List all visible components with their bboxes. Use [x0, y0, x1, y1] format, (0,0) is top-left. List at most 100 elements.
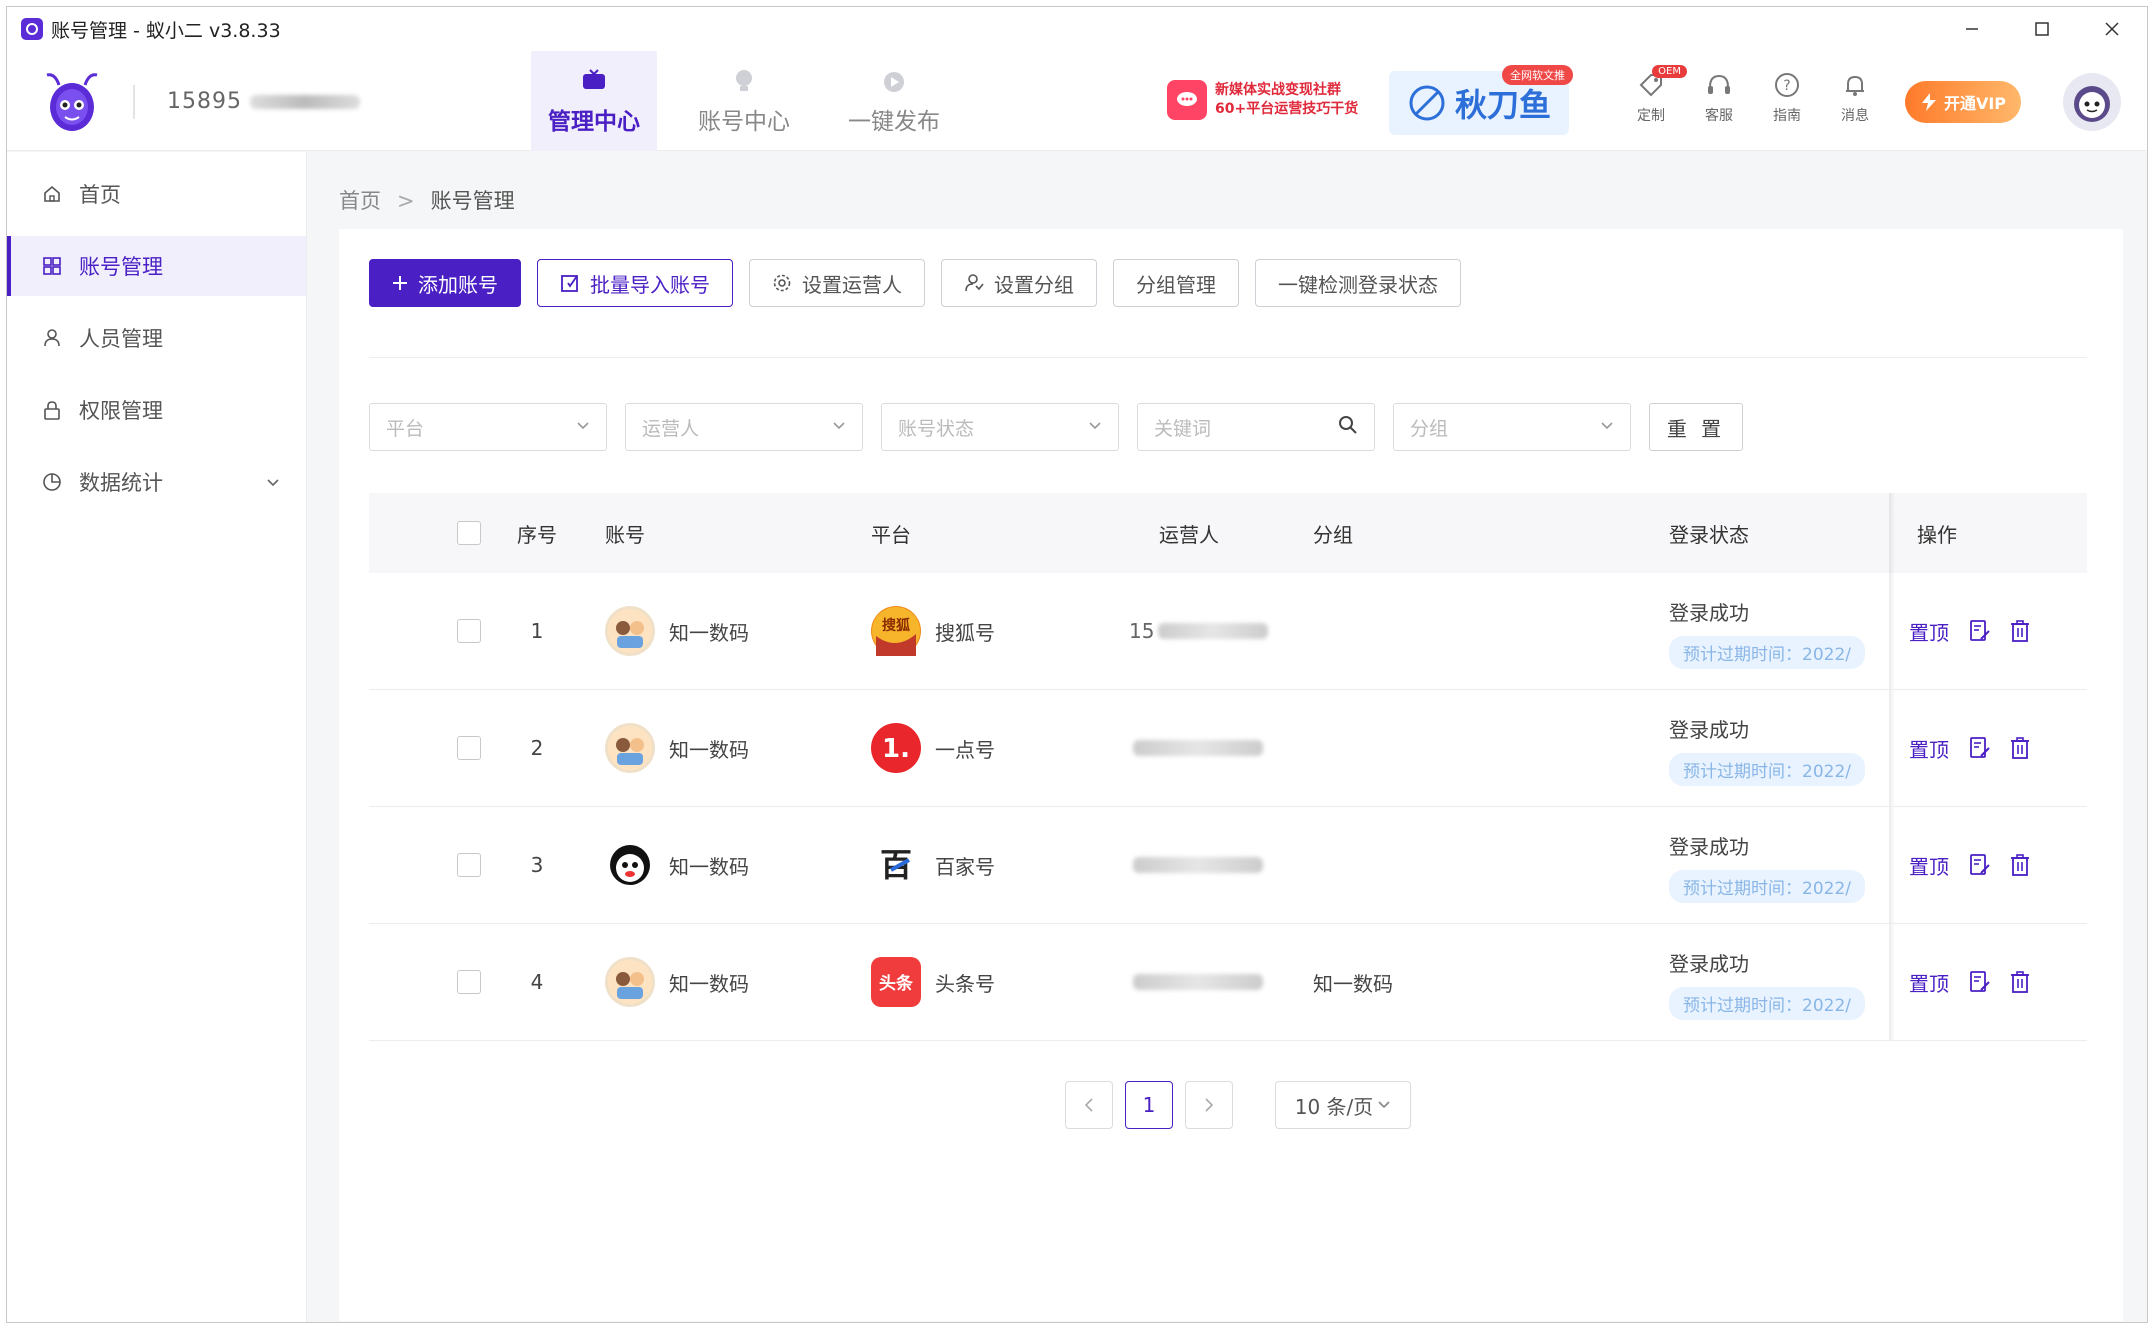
- set-group-button[interactable]: 设置分组: [941, 259, 1097, 307]
- lock-icon: [41, 399, 63, 421]
- select-all-checkbox[interactable]: [457, 521, 481, 545]
- sidebar-item-staff-manage[interactable]: 人员管理: [7, 308, 306, 368]
- promo-banner-community[interactable]: 新媒体实战变现社群 60+平台运营技巧干货: [1167, 73, 1377, 127]
- trash-icon[interactable]: [2007, 969, 2033, 995]
- vip-label: 开通VIP: [1943, 94, 2007, 113]
- page-1-button[interactable]: 1: [1125, 1081, 1173, 1129]
- row-account[interactable]: 知一数码: [605, 606, 749, 656]
- chevron-down-icon: [576, 419, 590, 435]
- pin-top-link[interactable]: 置顶: [1909, 851, 1949, 880]
- row-platform: 头条 头条号: [871, 957, 995, 1007]
- pie-chart-icon: [41, 471, 63, 493]
- edit-icon[interactable]: [1967, 618, 1993, 644]
- row-no: 1: [530, 619, 544, 643]
- header-platform: 平台: [871, 522, 911, 547]
- sidebar-item-permission-manage[interactable]: 权限管理: [7, 380, 306, 440]
- nav-label: 一键发布: [848, 109, 940, 135]
- lightning-icon: [1921, 93, 1936, 111]
- sidebar-item-account-manage[interactable]: 账号管理: [7, 236, 306, 296]
- sidebar-item-home[interactable]: 首页: [7, 164, 306, 224]
- edit-icon[interactable]: [1967, 852, 1993, 878]
- chevron-down-icon: [1600, 419, 1614, 435]
- open-vip-button[interactable]: 开通VIP: [1905, 81, 2021, 123]
- page-size-label: 10 条/页: [1294, 1094, 1374, 1119]
- bell-icon: [1839, 69, 1871, 101]
- select-placeholder: 运营人: [642, 417, 700, 440]
- row-platform: 1. 一点号: [871, 723, 995, 773]
- minimize-button[interactable]: [1937, 7, 2007, 51]
- row-account[interactable]: 知一数码: [605, 723, 749, 773]
- maximize-button[interactable]: [2007, 7, 2077, 51]
- pin-top-link[interactable]: 置顶: [1909, 734, 1949, 763]
- platform-name: 一点号: [935, 737, 995, 762]
- check-login-status-button[interactable]: 一键检测登录状态: [1255, 259, 1461, 307]
- tool-guide[interactable]: ? 指南: [1753, 69, 1821, 125]
- trash-icon[interactable]: [2007, 618, 2033, 644]
- tool-support[interactable]: 客服: [1685, 69, 1753, 125]
- header-account: 账号: [605, 522, 645, 547]
- tag-icon: OEM: [1635, 65, 1687, 101]
- app-header: 15895 管理中心 账号中心 一键发布 新媒体实战变现社群 60+平台运营技巧…: [7, 51, 2147, 151]
- row-account[interactable]: 知一数码: [605, 957, 749, 1007]
- batch-import-button[interactable]: 批量导入账号: [537, 259, 733, 307]
- header-ops: 操作: [1917, 522, 1957, 547]
- plus-icon: [392, 275, 408, 291]
- user-avatar[interactable]: [2063, 73, 2121, 131]
- add-account-button[interactable]: 添加账号: [369, 259, 521, 307]
- search-icon[interactable]: [1338, 415, 1358, 440]
- platform-name: 百家号: [935, 854, 995, 879]
- ant-logo-icon[interactable]: [37, 67, 107, 137]
- breadcrumb-home[interactable]: 首页: [339, 189, 381, 213]
- status-text: 登录成功: [1669, 952, 1749, 976]
- group-select[interactable]: 分组: [1393, 403, 1631, 451]
- table-row: 3 知一数码 百 百家号 登录成功 预计过期时间：202: [369, 807, 2087, 924]
- sidebar-item-data-stats[interactable]: 数据统计: [7, 452, 306, 512]
- set-operator-button[interactable]: 设置运营人: [749, 259, 925, 307]
- row-checkbox[interactable]: [457, 853, 481, 877]
- row-checkbox[interactable]: [457, 970, 481, 994]
- platform-select[interactable]: 平台: [369, 403, 607, 451]
- row-login-status: 登录成功 预计过期时间：2022/: [1669, 831, 1899, 903]
- promo-line2: 60+平台运营技巧干货: [1215, 101, 1359, 117]
- sidebar-item-label: 人员管理: [79, 327, 163, 351]
- row-login-status: 登录成功 预计过期时间：2022/: [1669, 714, 1899, 786]
- promo-banner-qiudaoyu[interactable]: 秋刀鱼 全网软文推: [1389, 65, 1573, 135]
- tool-label: 定制: [1637, 108, 1665, 124]
- chevron-down-icon: [1088, 419, 1102, 435]
- row-no: 3: [530, 853, 544, 877]
- gear-icon: [772, 273, 792, 293]
- nav-account-center[interactable]: 账号中心: [681, 51, 807, 151]
- prev-page-button[interactable]: [1065, 1081, 1113, 1129]
- row-checkbox[interactable]: [457, 736, 481, 760]
- pin-top-link[interactable]: 置顶: [1909, 617, 1949, 646]
- page-size-select[interactable]: 10 条/页: [1275, 1081, 1411, 1129]
- account-name: 知一数码: [669, 971, 749, 996]
- select-placeholder: 分组: [1410, 417, 1449, 440]
- close-button[interactable]: [2077, 7, 2147, 51]
- next-page-button[interactable]: [1185, 1081, 1233, 1129]
- keyword-search-input[interactable]: 关键词: [1137, 403, 1375, 451]
- row-account[interactable]: 知一数码: [605, 840, 749, 890]
- edit-icon[interactable]: [1967, 735, 1993, 761]
- group-manage-button[interactable]: 分组管理: [1113, 259, 1239, 307]
- header-divider: [133, 85, 135, 119]
- button-label: 设置分组: [994, 272, 1074, 297]
- breadcrumb: 首页 > 账号管理: [339, 185, 515, 215]
- top-nav: 管理中心 账号中心 一键发布: [531, 51, 981, 151]
- reset-button[interactable]: 重 置: [1649, 403, 1743, 451]
- title-bar: 账号管理 - 蚁小二 v3.8.33: [7, 7, 2147, 51]
- nav-manage-center[interactable]: 管理中心: [531, 51, 657, 151]
- nav-one-click-publish[interactable]: 一键发布: [831, 51, 957, 151]
- tool-customize[interactable]: OEM 定制: [1617, 65, 1687, 125]
- trash-icon[interactable]: [2007, 735, 2033, 761]
- account-status-select[interactable]: 账号状态: [881, 403, 1119, 451]
- pin-top-link[interactable]: 置顶: [1909, 968, 1949, 997]
- operator-select[interactable]: 运营人: [625, 403, 863, 451]
- row-login-status: 登录成功 预计过期时间：2022/: [1669, 948, 1899, 1020]
- row-checkbox[interactable]: [457, 619, 481, 643]
- edit-icon[interactable]: [1967, 969, 1993, 995]
- trash-icon[interactable]: [2007, 852, 2033, 878]
- chat-bubble-icon: [1167, 80, 1207, 120]
- tool-messages[interactable]: 消息: [1821, 69, 1889, 125]
- chevron-down-icon: [266, 473, 280, 492]
